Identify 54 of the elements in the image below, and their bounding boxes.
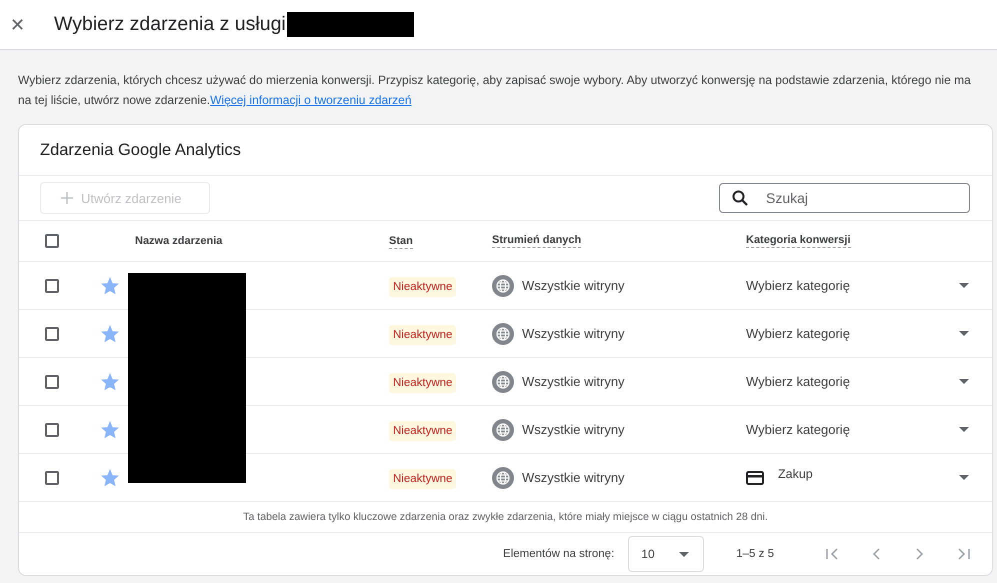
star-icon[interactable] (101, 324, 119, 342)
column-header[interactable]: Stan (389, 235, 413, 249)
close-button[interactable]: ✕ (10, 14, 46, 36)
stream-text: Wszystkie witryny (522, 422, 625, 437)
category-select-text[interactable]: Zakup (778, 466, 813, 480)
caret-icon (959, 379, 969, 384)
category-select-text[interactable]: Wybierz kategorię (746, 374, 850, 389)
intro-text: Wybierz zdarzenia, których chcesz używać do mierzenia konwersji. Przypisz kategorię, aby zapisać swoje wybory. Aby utworzyć konwersję na podstawie zdarzenia, którego nie ma na tej liście, utwórz nowe zdarzenie.Więcej informacji o tworzeniu zdarzeń (17, 72, 972, 109)
page-size-select[interactable]: 10 (628, 536, 704, 572)
globe-icon (492, 274, 514, 296)
checkbox[interactable] (45, 374, 59, 388)
checkbox[interactable] (45, 278, 59, 292)
caret-icon (679, 552, 690, 556)
column-header[interactable]: Kategoria konwersji (746, 234, 851, 248)
caret-icon (959, 283, 969, 288)
checkbox[interactable] (45, 470, 59, 484)
globe-icon (492, 466, 514, 488)
globe-icon (492, 370, 514, 392)
star-icon[interactable] (101, 468, 119, 486)
credit-card-icon (746, 470, 764, 484)
status-chip: Nieaktywne (389, 373, 456, 393)
globe-icon (492, 322, 514, 344)
checkbox[interactable] (45, 422, 59, 436)
star-icon[interactable] (101, 420, 119, 438)
plus-icon (61, 192, 73, 204)
dialog-title: Wybierz zdarzenia z usługi (54, 13, 286, 36)
checkbox[interactable] (45, 326, 59, 340)
table-note: Ta tabela zawiera tylko kluczowe zdarzenia oraz zwykłe zdarzenia, które miały miejsce w ciągu ostatnich 28 dni. (243, 511, 768, 523)
column-header: Nazwa zdarzenia (135, 235, 222, 247)
column-header[interactable]: Strumień danych (492, 234, 582, 248)
page-size-label: Elementów na stronę: (503, 548, 614, 560)
category-select-text[interactable]: Wybierz kategorię (746, 422, 850, 437)
search-field[interactable]: Szukaj (719, 183, 970, 213)
stream-text: Wszystkie witryny (522, 326, 625, 341)
learn-more-link[interactable]: Więcej informacji o tworzeniu zdarzeń (210, 93, 412, 107)
status-chip: Nieaktywne (389, 469, 456, 489)
status-chip: Nieaktywne (389, 421, 456, 441)
status-chip: Nieaktywne (389, 277, 456, 297)
checkbox[interactable] (45, 234, 59, 248)
card-title: Zdarzenia Google Analytics (40, 140, 241, 160)
caret-icon (959, 331, 969, 336)
caret-icon (959, 475, 969, 480)
search-icon (732, 190, 748, 206)
stream-text: Wszystkie witryny (522, 278, 625, 293)
page-range: 1–5 z 5 (736, 548, 774, 560)
globe-icon (492, 418, 514, 440)
stream-text: Wszystkie witryny (522, 470, 625, 485)
stream-text: Wszystkie witryny (522, 374, 625, 389)
status-chip: Nieaktywne (389, 325, 456, 345)
category-select-text[interactable]: Wybierz kategorię (746, 278, 850, 293)
star-icon[interactable] (101, 372, 119, 390)
star-icon[interactable] (101, 276, 119, 294)
category-select-text[interactable]: Wybierz kategorię (746, 326, 850, 341)
caret-icon (959, 427, 969, 432)
